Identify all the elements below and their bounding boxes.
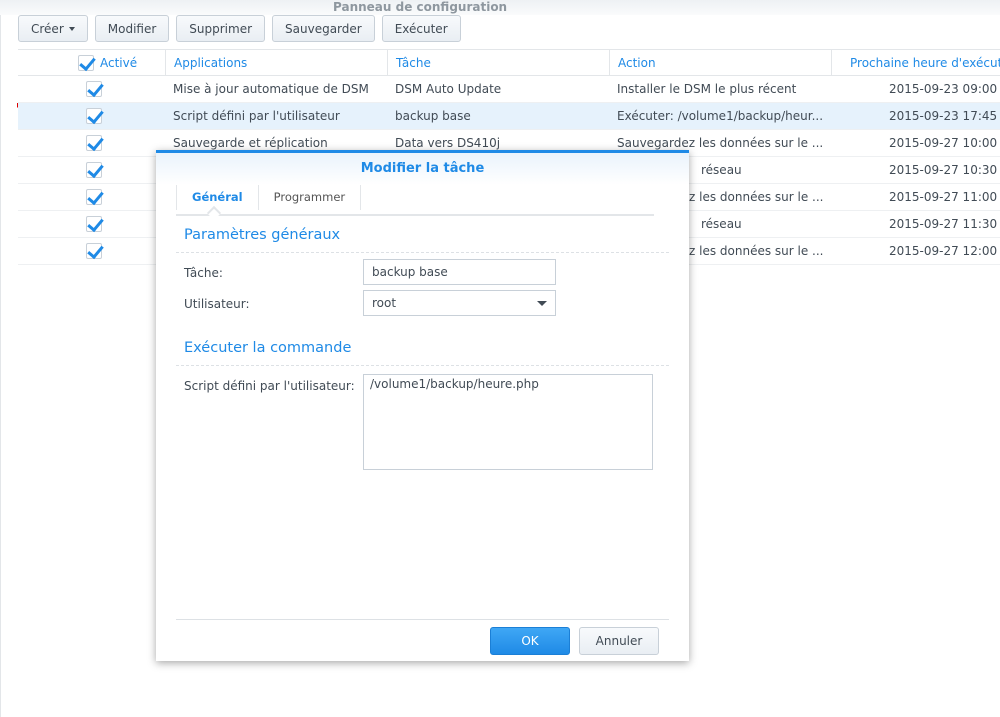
table-row[interactable]: Mise à jour automatique de DSM DSM Auto … — [18, 76, 1000, 103]
dialog-tabs: Général Programmer — [176, 185, 654, 216]
enabled-checkbox[interactable] — [86, 216, 102, 232]
action-cell: Installer le DSM le plus récent — [617, 82, 797, 96]
user-select[interactable]: root — [363, 290, 556, 316]
tab-general[interactable]: Général — [176, 185, 259, 210]
enabled-cell — [18, 184, 165, 210]
header-action[interactable]: Action — [609, 50, 831, 75]
next-run-cell: 2015-09-27 11:30 — [889, 217, 998, 231]
next-run-cell: 2015-09-23 09:00 — [889, 82, 998, 96]
header-label: Activé — [100, 55, 138, 70]
enabled-cell — [18, 211, 165, 237]
task-label: Tâche: — [184, 266, 223, 280]
delete-button[interactable]: Supprimer — [176, 15, 266, 42]
task-cell: backup base — [395, 109, 471, 123]
create-label: Créer — [31, 21, 64, 36]
user-label: Utilisateur: — [184, 297, 250, 311]
script-textarea[interactable]: /volume1/backup/heure.php — [363, 374, 653, 470]
cancel-button[interactable]: Annuler — [579, 627, 659, 655]
enabled-cell — [18, 130, 165, 156]
ok-button[interactable]: OK — [490, 627, 570, 655]
save-button[interactable]: Sauvegarder — [272, 15, 375, 42]
script-label: Script défini par l'utilisateur: — [184, 379, 355, 393]
application-cell: Mise à jour automatique de DSM — [173, 82, 369, 96]
next-run-cell: 2015-09-27 11:00 — [889, 190, 998, 204]
select-all-checkbox[interactable] — [78, 54, 94, 71]
tab-schedule[interactable]: Programmer — [259, 185, 362, 210]
next-run-cell: 2015-09-27 10:00 — [889, 136, 998, 150]
next-run-cell: 2015-09-27 12:00 — [889, 244, 998, 258]
dialog-title: Modifier la tâche — [156, 153, 689, 185]
header-enabled[interactable]: Activé — [18, 50, 165, 75]
create-button[interactable]: Créer — [18, 15, 88, 42]
action-cell: Exécuter: /volume1/backup/heur... — [617, 109, 824, 123]
divider — [0, 15, 1, 717]
task-cell: DSM Auto Update — [395, 82, 502, 96]
enabled-checkbox[interactable] — [86, 108, 102, 124]
header-next-run[interactable]: Prochaine heure d'exécut — [831, 50, 1000, 75]
enabled-checkbox[interactable] — [86, 189, 102, 205]
window-title: Panneau de configuration — [333, 0, 508, 14]
enabled-cell — [18, 76, 165, 102]
enabled-cell — [18, 157, 165, 183]
enabled-cell — [18, 103, 165, 129]
run-button[interactable]: Exécuter — [381, 15, 461, 42]
header-applications[interactable]: Applications — [165, 50, 387, 75]
table-row[interactable]: Script défini par l'utilisateur backup b… — [18, 103, 1000, 130]
footer-divider — [176, 619, 669, 620]
task-input[interactable]: backup base — [363, 259, 556, 285]
next-run-cell: 2015-09-27 10:30 — [889, 163, 998, 177]
enabled-checkbox[interactable] — [86, 81, 102, 97]
section-general-heading: Paramètres généraux — [176, 227, 669, 253]
enabled-checkbox[interactable] — [86, 162, 102, 178]
next-run-cell: 2015-09-23 17:45 — [889, 109, 998, 123]
edit-task-dialog: Modifier la tâche Général Programmer Par… — [156, 150, 689, 661]
toolbar: Créer Modifier Supprimer Sauvegarder Exé… — [18, 15, 461, 42]
table-header: Activé Applications Tâche Action Prochai… — [18, 49, 1000, 76]
application-cell: Script défini par l'utilisateur — [173, 109, 340, 123]
enabled-checkbox[interactable] — [86, 243, 102, 259]
modify-button[interactable]: Modifier — [94, 15, 170, 42]
section-command-heading: Exécuter la commande — [176, 340, 669, 366]
enabled-checkbox[interactable] — [86, 135, 102, 151]
header-task[interactable]: Tâche — [387, 50, 609, 75]
caret-down-icon — [68, 26, 75, 31]
dropdown-arrow-icon[interactable] — [537, 301, 547, 306]
user-value: root — [372, 296, 397, 310]
window-title-bar: Panneau de configuration — [0, 0, 1000, 15]
enabled-cell — [18, 238, 165, 264]
